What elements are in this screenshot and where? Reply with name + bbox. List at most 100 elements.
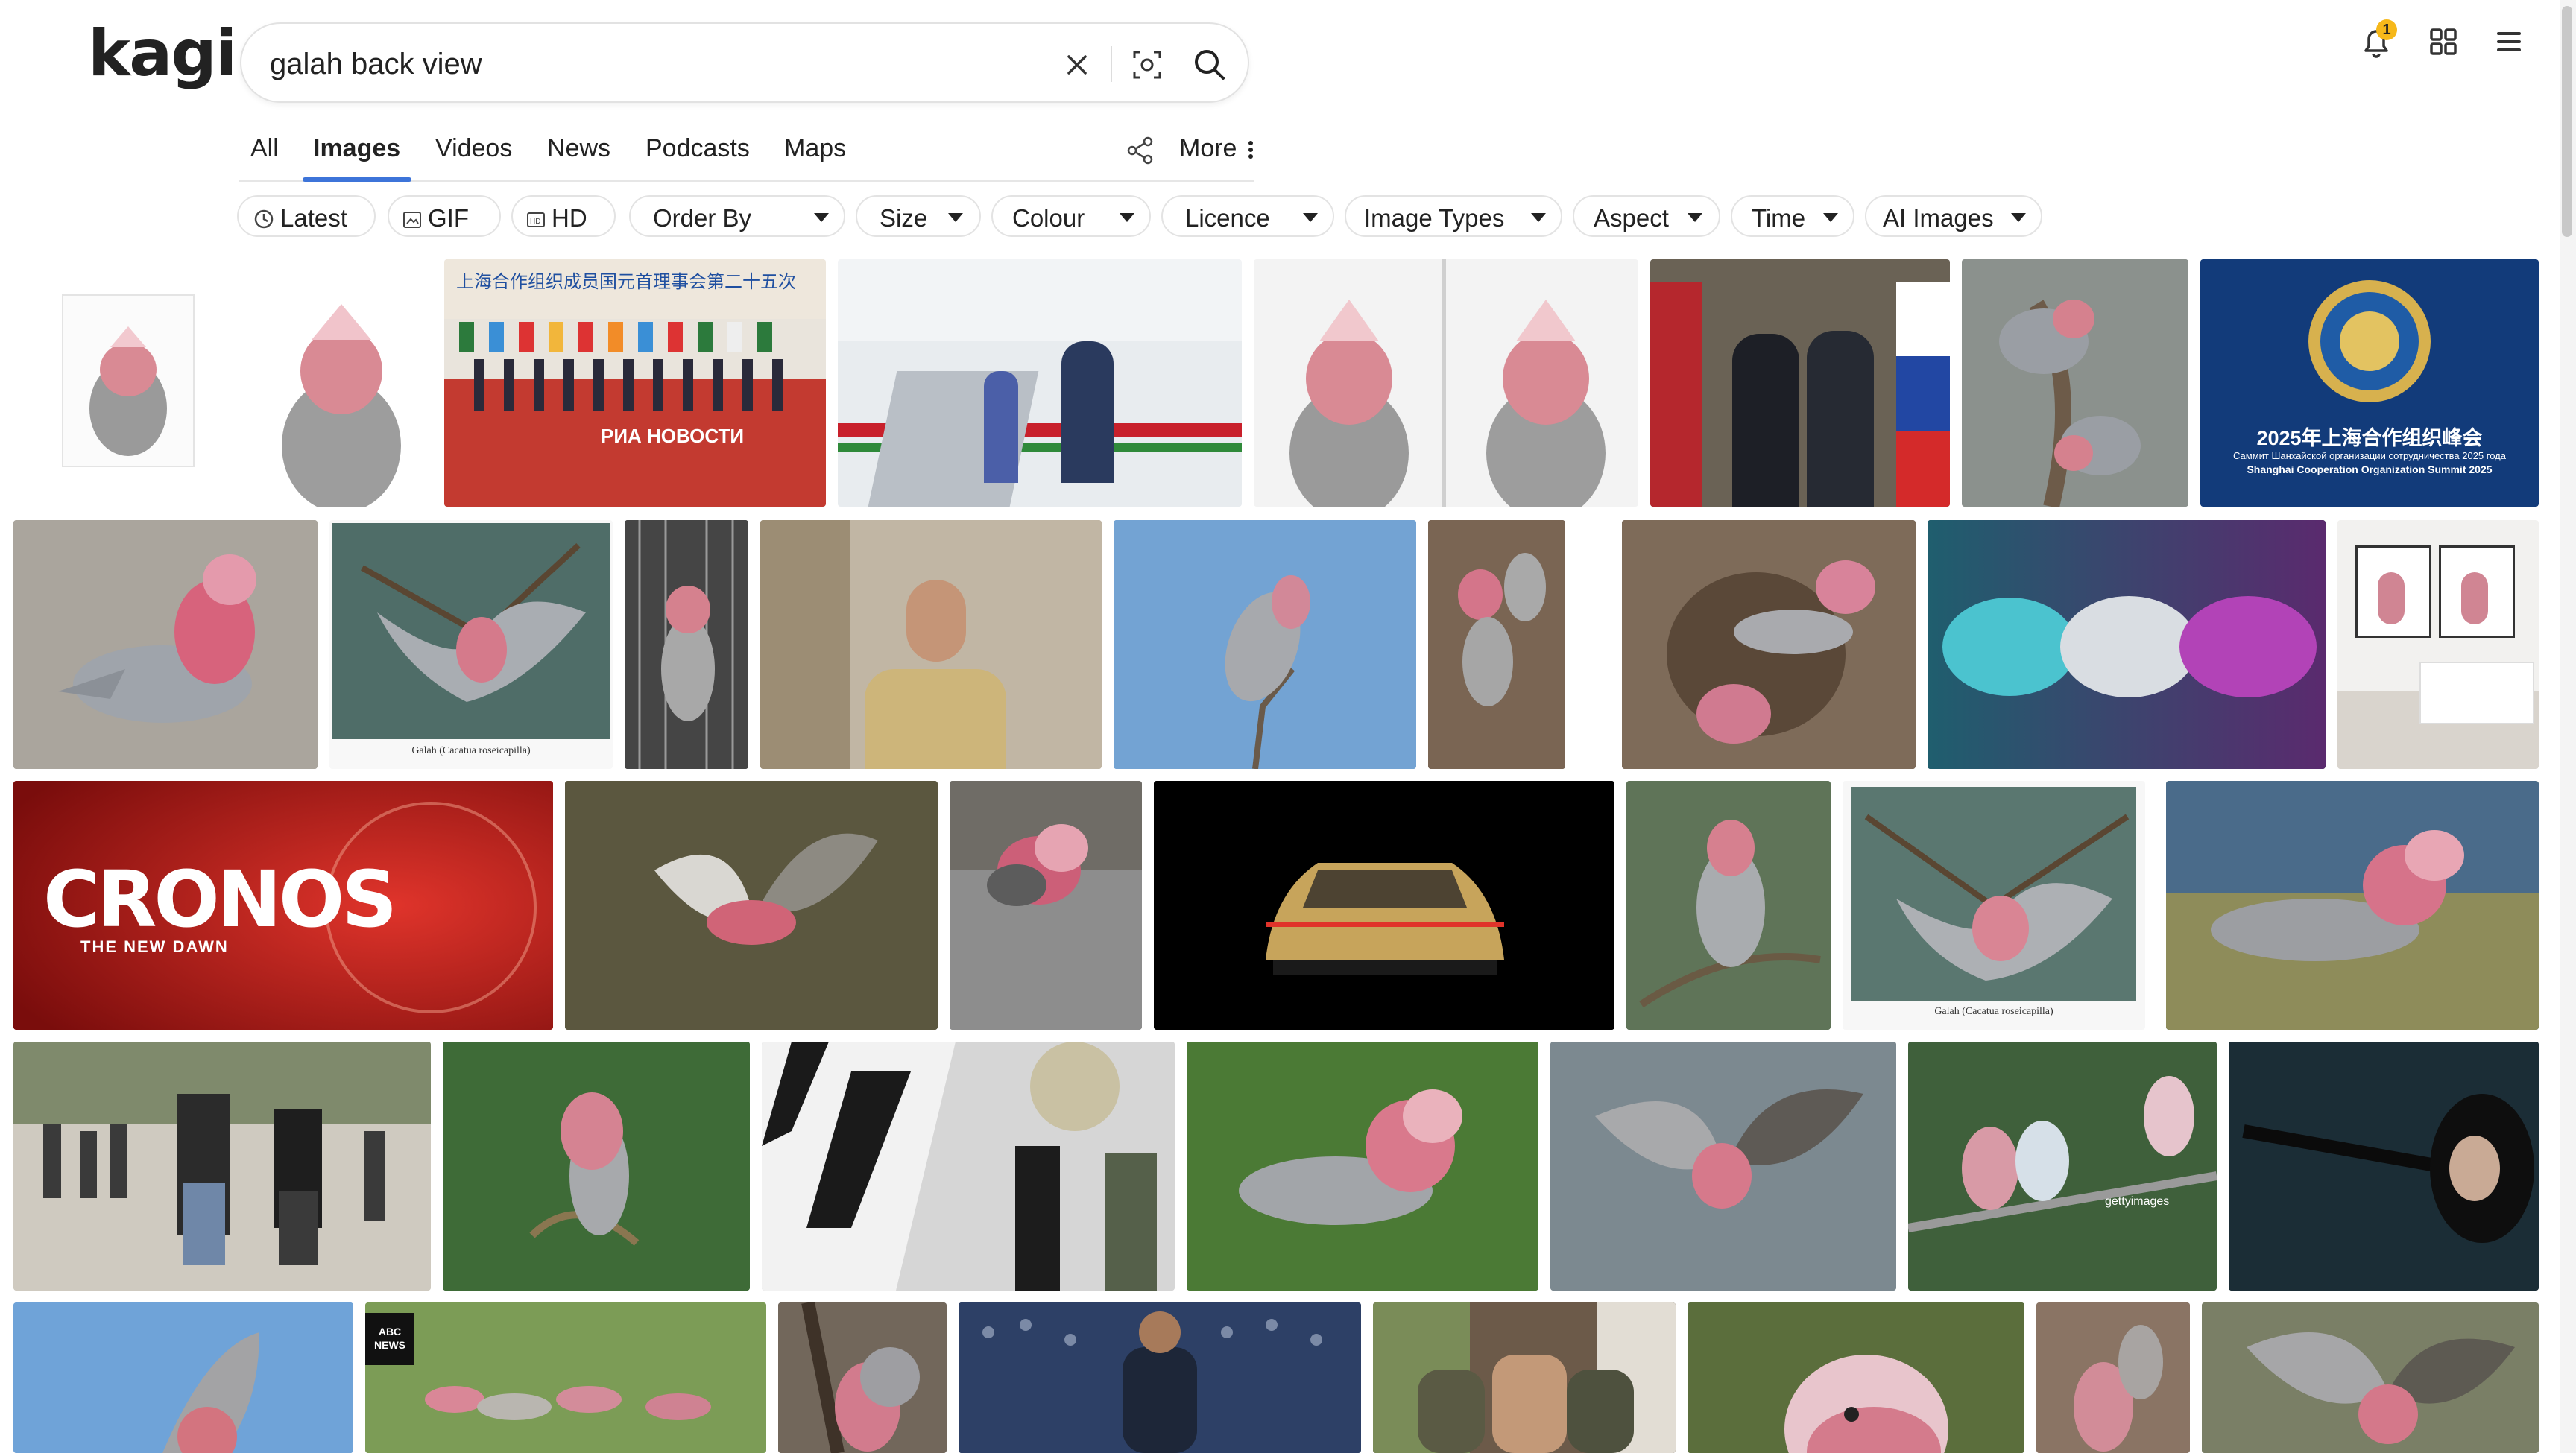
notification-badge: 1 <box>2376 19 2397 40</box>
image-result[interactable]: ABC NEWS <box>365 1302 766 1453</box>
thumbnail-text: THE NEW DAWN <box>80 937 229 956</box>
image-result[interactable] <box>950 781 1142 1030</box>
image-result[interactable] <box>2036 1302 2190 1453</box>
image-result[interactable] <box>13 520 318 769</box>
svg-text:HD: HD <box>530 218 540 226</box>
caret-down-icon <box>2011 213 2026 222</box>
image-result[interactable]: CRONOS THE NEW DAWN <box>13 781 553 1030</box>
search-tabs: All Images Videos News Podcasts Maps Mor… <box>239 127 1254 182</box>
search-icon[interactable] <box>1191 46 1228 83</box>
filter-label: HD <box>552 204 587 232</box>
hd-icon: HD <box>526 207 546 235</box>
thumbnail-text: Саммит Шанхайской организации сотрудниче… <box>2233 450 2506 461</box>
image-result[interactable] <box>1428 520 1565 769</box>
thumbnail-text: 上海合作组织成员国元首理事会第二十五次 <box>456 272 796 292</box>
image-result[interactable] <box>1154 781 1614 1030</box>
image-result[interactable] <box>760 520 1102 769</box>
filter-image-types[interactable]: Image Types <box>1345 195 1562 237</box>
image-result[interactable] <box>1650 259 1950 507</box>
image-result[interactable] <box>2337 520 2539 769</box>
image-result[interactable] <box>625 520 748 769</box>
filter-label: Latest <box>280 204 347 232</box>
gif-icon <box>402 207 422 235</box>
image-result[interactable] <box>1254 259 1638 507</box>
clock-icon <box>253 207 274 235</box>
active-tab-underline <box>303 177 411 182</box>
tab-news[interactable]: News <box>547 134 610 180</box>
camera-search-icon[interactable] <box>1128 46 1166 83</box>
image-result[interactable] <box>1187 1042 1538 1291</box>
image-result[interactable]: 上海合作组织成员国元首理事会第二十五次 РИА НОВОСТИ <box>444 259 826 507</box>
image-result[interactable] <box>959 1302 1361 1453</box>
caret-down-icon <box>948 213 963 222</box>
filter-label: Licence <box>1185 204 1270 232</box>
image-result[interactable] <box>1962 259 2188 507</box>
filter-size[interactable]: Size <box>856 195 981 237</box>
filter-gif[interactable]: GIF <box>388 195 501 237</box>
image-result[interactable] <box>1622 520 1916 769</box>
image-result[interactable] <box>778 1302 947 1453</box>
search-divider <box>1111 46 1112 82</box>
thumbnail-text: Shanghai Cooperation Organization Summit… <box>2247 463 2493 475</box>
more-vertical-icon <box>1246 137 1255 169</box>
filter-label: AI Images <box>1883 204 1994 232</box>
tab-maps[interactable]: Maps <box>784 134 846 180</box>
kagi-logo[interactable]: kagi <box>88 16 237 91</box>
apps-grid-icon[interactable] <box>2422 21 2464 63</box>
filter-label: Colour <box>1012 204 1085 232</box>
image-result[interactable] <box>1373 1302 1676 1453</box>
search-box <box>240 22 1249 103</box>
filter-hd[interactable]: HD HD <box>511 195 616 237</box>
image-result[interactable] <box>1626 781 1831 1030</box>
image-result[interactable]: gettyimages <box>1908 1042 2217 1291</box>
filter-latest[interactable]: Latest <box>237 195 376 237</box>
thumbnail-text: CRONOS <box>43 854 397 945</box>
image-result[interactable] <box>1928 520 2326 769</box>
filter-label: Order By <box>653 204 752 232</box>
tab-videos[interactable]: Videos <box>435 134 512 180</box>
thumbnail-text: Galah (Cacatua roseicapilla) <box>411 745 531 756</box>
caret-down-icon <box>1823 213 1838 222</box>
close-icon[interactable] <box>1058 46 1096 83</box>
caret-down-icon <box>1120 213 1134 222</box>
tab-all[interactable]: All <box>250 134 279 180</box>
image-result[interactable] <box>2166 781 2539 1030</box>
filter-ai-images[interactable]: AI Images <box>1865 195 2042 237</box>
image-result[interactable]: Galah (Cacatua roseicapilla) <box>1843 781 2145 1030</box>
filter-label: Image Types <box>1364 204 1505 232</box>
filter-order-by[interactable]: Order By <box>629 195 845 237</box>
image-result[interactable]: Galah (Cacatua roseicapilla) <box>329 520 613 769</box>
thumbnail-text: Galah (Cacatua roseicapilla) <box>1934 1006 2053 1017</box>
image-result[interactable]: 2025年上海合作组织峰会 Саммит Шанхайской организа… <box>2200 259 2539 507</box>
more-menu-button[interactable]: More <box>1179 134 1253 180</box>
image-result[interactable] <box>2229 1042 2539 1291</box>
image-result[interactable] <box>1114 520 1416 769</box>
image-result[interactable] <box>13 1042 431 1291</box>
thumbnail-text: gettyimages <box>2105 1195 2170 1208</box>
image-result[interactable] <box>1688 1302 2024 1453</box>
image-result[interactable] <box>1550 1042 1896 1291</box>
filter-label: GIF <box>428 204 469 232</box>
filter-colour[interactable]: Colour <box>991 195 1151 237</box>
search-input[interactable] <box>268 40 1017 88</box>
tab-images[interactable]: Images <box>313 134 400 180</box>
image-result[interactable] <box>443 1042 750 1291</box>
image-result[interactable] <box>762 1042 1175 1291</box>
tab-podcasts[interactable]: Podcasts <box>645 134 750 180</box>
image-result[interactable] <box>13 1302 353 1453</box>
image-result[interactable] <box>13 259 440 507</box>
image-result[interactable] <box>838 259 1242 507</box>
filter-label: Time <box>1752 204 1806 232</box>
image-result[interactable] <box>2202 1302 2539 1453</box>
caret-down-icon <box>1303 213 1318 222</box>
caret-down-icon <box>814 213 829 222</box>
page-scrollbar-thumb[interactable] <box>2562 6 2572 237</box>
share-icon[interactable] <box>1126 136 1155 169</box>
hamburger-menu-icon[interactable] <box>2488 21 2530 63</box>
image-result[interactable] <box>565 781 938 1030</box>
filter-aspect[interactable]: Aspect <box>1573 195 1720 237</box>
filter-time[interactable]: Time <box>1731 195 1854 237</box>
filter-licence[interactable]: Licence <box>1161 195 1334 237</box>
filter-label: Size <box>880 204 928 232</box>
thumbnail-text: РИА НОВОСТИ <box>601 425 745 447</box>
